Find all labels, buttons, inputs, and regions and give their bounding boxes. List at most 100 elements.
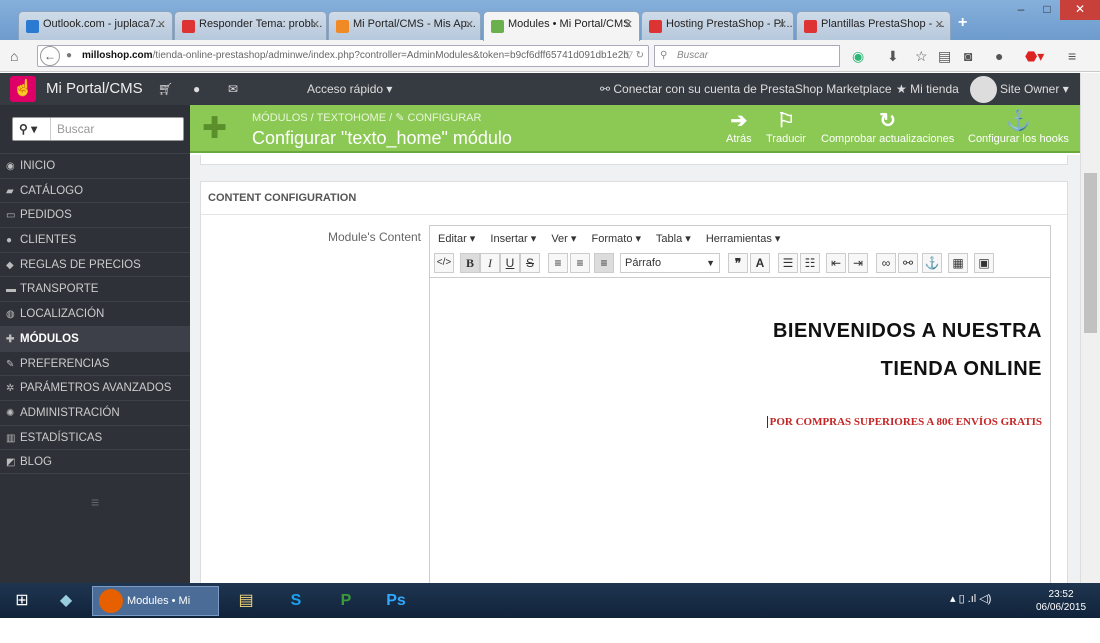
search-scope-dropdown[interactable]: ⚲ ▾ [13, 118, 51, 140]
editor-menu-formato[interactable]: Formato ▾ [591, 233, 641, 245]
bullet-list-icon[interactable]: ☰ [778, 253, 798, 273]
menu-icon[interactable]: ≡ [1068, 48, 1076, 64]
numbered-list-icon[interactable]: ☷ [800, 253, 820, 273]
sidebar-item-clientes[interactable]: ● CLIENTES [0, 227, 190, 252]
pocket-icon[interactable]: ◙ [964, 48, 972, 64]
clock[interactable]: 23:52 06/06/2015 [1036, 588, 1086, 614]
sidebar-item-modulos[interactable]: ✚ MÓDULOS [0, 325, 190, 351]
back-button[interactable]: ➔ Atrás [726, 109, 752, 145]
sidebar-item-catalogo[interactable]: ▰ CATÁLOGO [0, 177, 190, 203]
quick-access-menu[interactable]: Acceso rápido ▾ [307, 82, 392, 96]
check-updates-button[interactable]: ↻ Comprobar actualizaciones [821, 109, 954, 145]
cart-icon[interactable]: 🛒︎ [158, 82, 173, 96]
sidebar-item-administracion[interactable]: ✺ ADMINISTRACIÓN [0, 399, 190, 425]
editor-menu-ver[interactable]: Ver ▾ [551, 233, 576, 245]
owner-menu[interactable]: Site Owner ▾ [1000, 82, 1069, 96]
user-icon[interactable]: ● [193, 82, 200, 96]
bookmark-star-icon[interactable]: ☆ [915, 48, 928, 64]
system-tray[interactable]: ▴ ▯ .ıl ◁) [950, 592, 991, 605]
text-color-icon[interactable]: A [750, 253, 770, 273]
search-icon: ⚲ [660, 50, 668, 61]
my-store-link[interactable]: ★ Mi tienda [896, 82, 959, 96]
browser-tab-hosting[interactable]: Hosting PrestaShop - Pl... ✕ [641, 11, 794, 40]
browser-tab-plantillas[interactable]: Plantillas PrestaShop - ... ✕ [796, 11, 951, 40]
close-icon[interactable]: ✕ [935, 18, 944, 31]
avatar[interactable] [970, 76, 997, 103]
media-icon[interactable]: ▦ [948, 253, 968, 273]
close-icon[interactable]: ✕ [157, 18, 166, 31]
adblock-icon[interactable]: ⬣▾ [1025, 48, 1044, 64]
editor-content-area[interactable]: BIENVENIDOS A NUESTRA TIENDA ONLINE POR … [430, 278, 1050, 594]
sidebar-item-label: CATÁLOGO [20, 184, 84, 197]
file-explorer-icon[interactable]: ▤ [226, 586, 266, 616]
browser-tab-modules[interactable]: Modules • Mi Portal/CMS ✕ [483, 11, 640, 41]
home-icon[interactable]: ⌂ [10, 48, 18, 64]
window-close-button[interactable]: ✕ [1060, 0, 1100, 20]
align-left-icon[interactable]: ≡ [548, 253, 568, 273]
maximize-button[interactable]: □ [1034, 0, 1060, 20]
download-icon[interactable]: ⬇ [887, 48, 899, 64]
hooks-button[interactable]: ⚓ Configurar los hooks [968, 109, 1069, 145]
photoshop-icon[interactable]: Ps [376, 586, 416, 616]
bold-icon[interactable]: B [460, 253, 480, 273]
card-icon: ▭ [6, 210, 16, 222]
browser-tab-outlook[interactable]: Outlook.com - juplaca7... ✕ [18, 11, 173, 40]
grammarly-icon[interactable]: ◉ [852, 48, 864, 64]
explorer-icon[interactable]: ◆ [46, 586, 86, 616]
windows-start-icon[interactable]: ⊞ [2, 586, 42, 616]
sidebar-item-inicio[interactable]: ◉ INICIO [0, 153, 190, 178]
underline-icon[interactable]: U [500, 253, 520, 273]
unlink-icon[interactable]: ⚯ [898, 253, 918, 273]
sidebar-item-pedidos[interactable]: ▭ PEDIDOS [0, 202, 190, 227]
image-icon[interactable]: ▣ [974, 253, 994, 273]
editor-menu-herramientas[interactable]: Herramientas ▾ [706, 233, 781, 245]
align-right-icon[interactable]: ≡ [594, 253, 614, 273]
outdent-icon[interactable]: ⇤ [826, 253, 846, 273]
back-icon[interactable]: ← [40, 46, 60, 66]
translate-button[interactable]: ⚐ Traducir [766, 109, 806, 145]
link-icon[interactable]: ∞ [876, 253, 896, 273]
blockquote-icon[interactable]: ❞ [728, 253, 748, 273]
minimize-button[interactable]: ‒ [1008, 0, 1034, 20]
project-icon[interactable]: P [326, 586, 366, 616]
sidebar-item-estadisticas[interactable]: ▥ ESTADÍSTICAS [0, 424, 190, 450]
url-bar[interactable]: ● milloshop.com/tienda-online-prestashop… [37, 45, 649, 67]
mail-icon[interactable]: ✉ [228, 82, 238, 96]
italic-icon[interactable]: I [480, 253, 500, 273]
browser-tab-responder[interactable]: Responder Tema: probl... ✕ [174, 11, 327, 40]
page-scrollbar[interactable] [1080, 73, 1100, 583]
prestashop-logo[interactable]: ☝ [10, 76, 36, 102]
taskbar-firefox-button[interactable]: Modules • Mi Por... [92, 586, 219, 635]
align-center-icon[interactable]: ≡ [570, 253, 590, 273]
bookmarks-icon[interactable]: ▤ [938, 48, 951, 64]
collapse-menu-icon[interactable]: ≡ [91, 494, 99, 510]
reload-icon[interactable]: ▽ ↻ [625, 46, 644, 66]
browser-search-input[interactable]: ⚲ Buscar [654, 45, 840, 67]
editor-menu-tabla[interactable]: Tabla ▾ [656, 233, 691, 245]
browser-tab-miportal[interactable]: Mi Portal/CMS - Mis Ap... ✕ [328, 11, 481, 40]
format-select[interactable]: Párrafo ▼ [620, 253, 720, 273]
source-code-icon[interactable]: </> [434, 253, 454, 273]
close-icon[interactable]: ✕ [624, 18, 633, 31]
sidebar-item-transporte[interactable]: ▬ TRANSPORTE [0, 276, 190, 301]
strikethrough-icon[interactable]: S [520, 253, 540, 273]
marketplace-link[interactable]: ⚯ Conectar con su cuenta de PrestaShop M… [600, 82, 892, 96]
close-icon[interactable]: ✕ [778, 18, 787, 31]
close-icon[interactable]: ✕ [311, 18, 320, 31]
sidebar-item-parametros[interactable]: ✲ PARÁMETROS AVANZADOS [0, 375, 190, 400]
chat-icon[interactable]: ● [995, 48, 1003, 64]
editor-menu-insertar[interactable]: Insertar ▾ [490, 233, 536, 245]
editor-menu-editar[interactable]: Editar ▾ [438, 233, 475, 245]
close-icon[interactable]: ✕ [465, 18, 474, 31]
sidebar-item-reglas[interactable]: ◆ REGLAS DE PRECIOS [0, 251, 190, 277]
new-tab-button[interactable]: + [958, 14, 967, 32]
brand-name[interactable]: Mi Portal/CMS [46, 80, 143, 97]
sidebar-item-blog[interactable]: ◩ BLOG [0, 449, 190, 474]
anchor-icon[interactable]: ⚓ [922, 253, 942, 273]
scrollbar-thumb[interactable] [1084, 173, 1097, 333]
skype-icon[interactable]: S [276, 586, 316, 616]
sidebar-item-localizacion[interactable]: ◍ LOCALIZACIÓN [0, 301, 190, 326]
sidebar-search-input[interactable]: ⚲ ▾ Buscar [12, 117, 184, 141]
indent-icon[interactable]: ⇥ [848, 253, 868, 273]
sidebar-item-preferencias[interactable]: ✎ PREFERENCIAS [0, 350, 190, 376]
